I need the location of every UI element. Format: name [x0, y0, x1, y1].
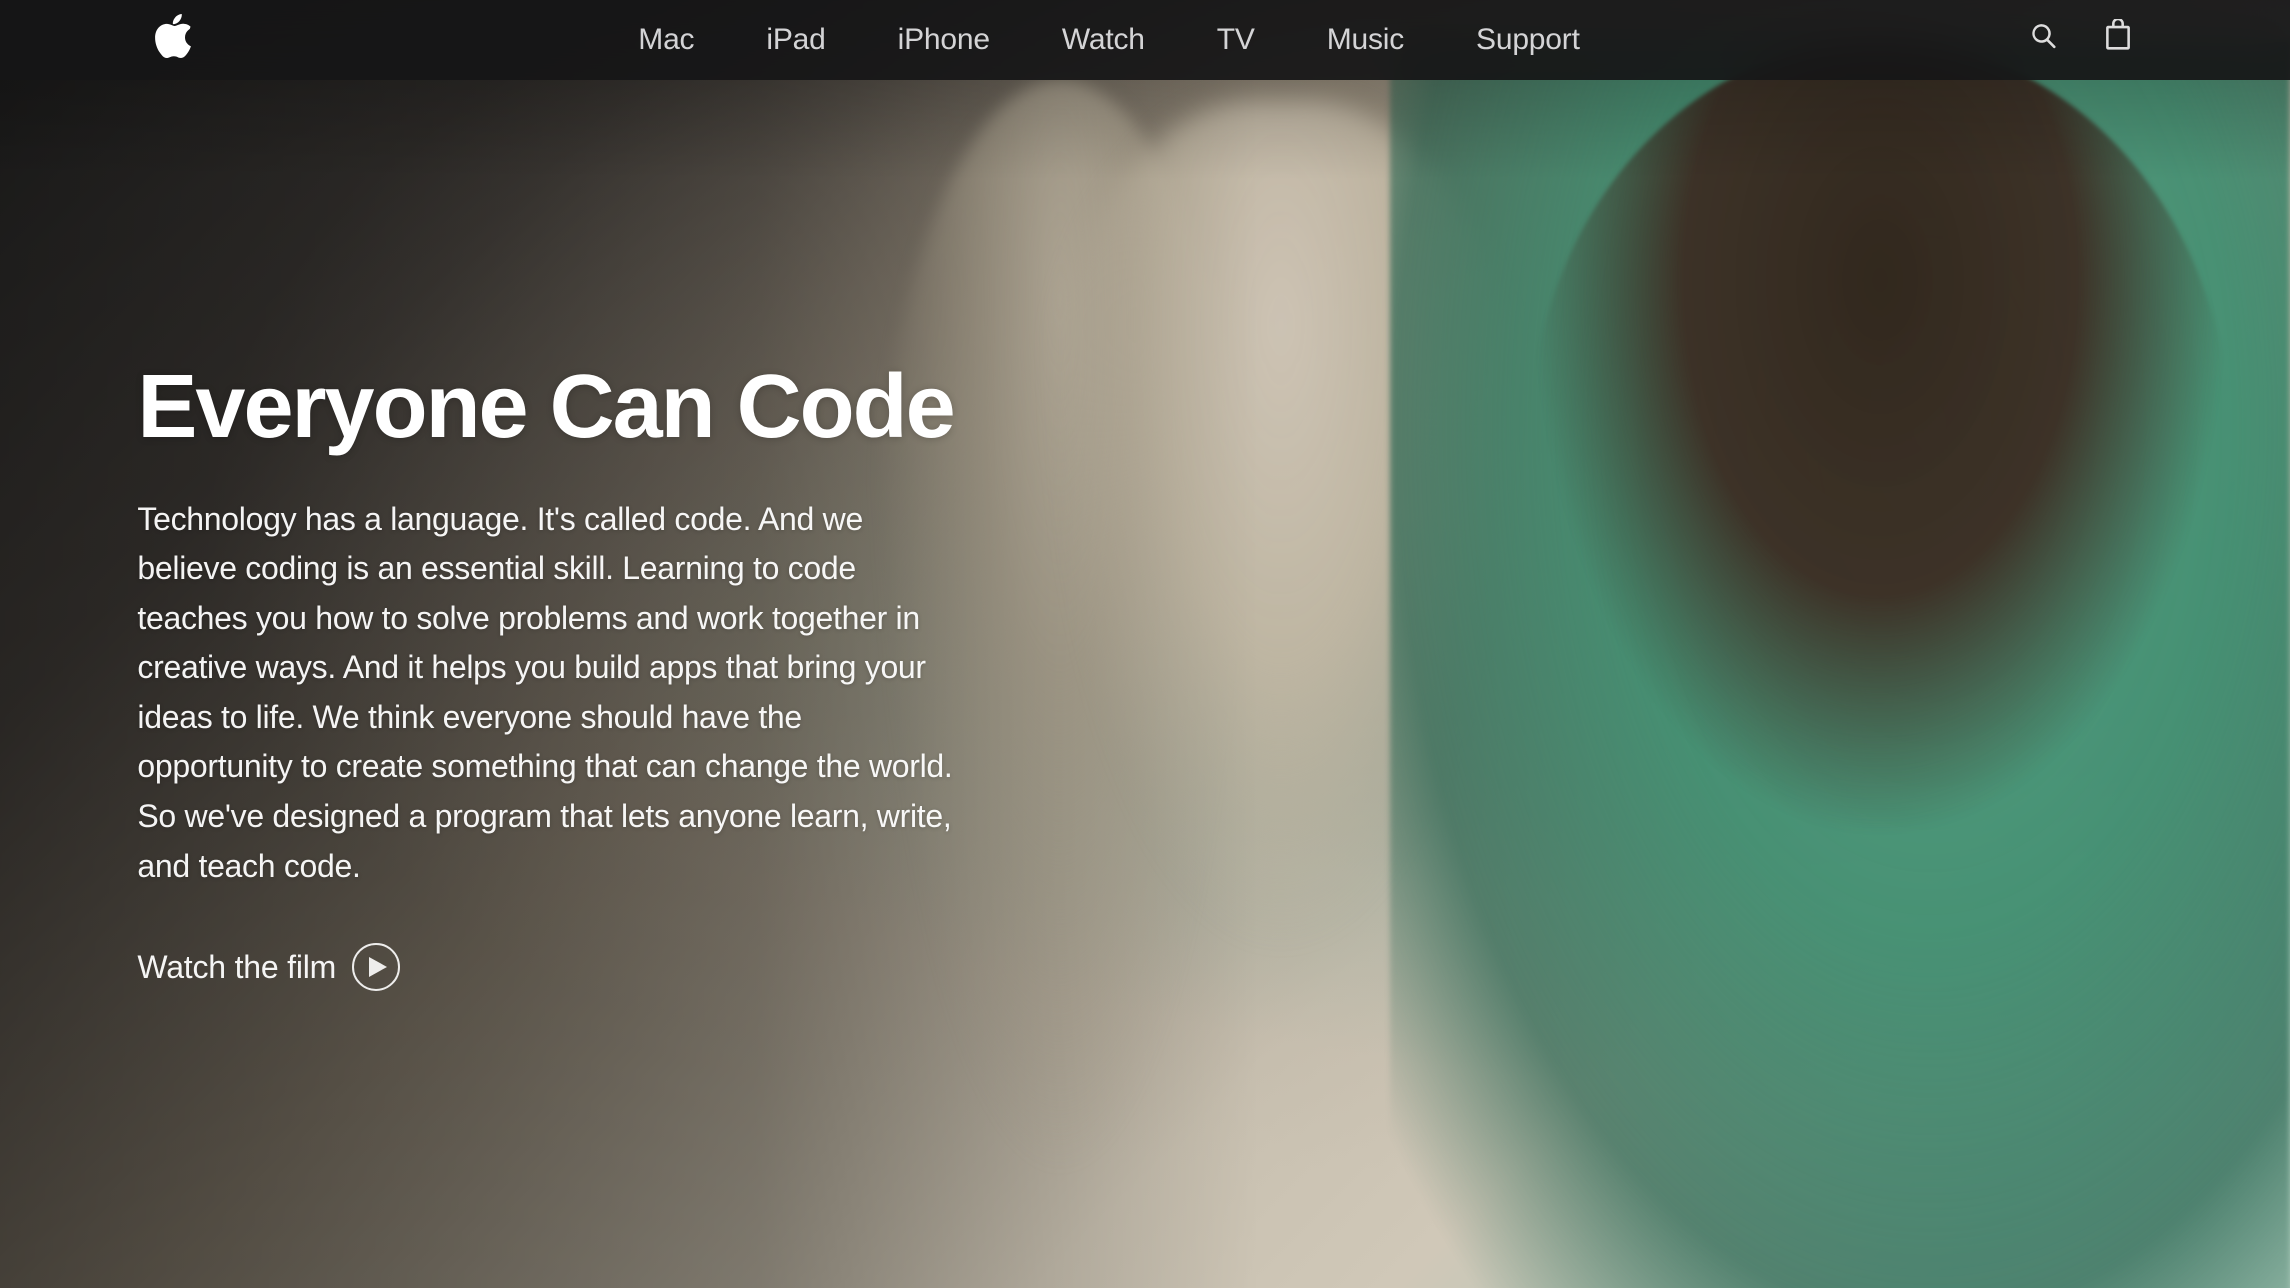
nav-item-iphone[interactable]: iPhone — [862, 23, 1026, 57]
shopping-bag-icon[interactable] — [2101, 19, 2135, 61]
apple-logo[interactable] — [155, 14, 191, 67]
nav-actions — [2027, 19, 2135, 61]
search-icon[interactable] — [2027, 19, 2061, 61]
nav-item-ipad[interactable]: iPad — [730, 23, 861, 57]
watch-film-label: Watch the film — [137, 949, 336, 986]
page-title: Everyone Can Code — [137, 360, 957, 455]
main-nav: Mac iPad iPhone Watch TV Music Support — [0, 0, 2290, 80]
nav-item-music[interactable]: Music — [1291, 23, 1440, 57]
nav-item-watch[interactable]: Watch — [1026, 23, 1181, 57]
play-triangle — [369, 957, 387, 977]
nav-item-support[interactable]: Support — [1440, 23, 1616, 57]
play-icon — [352, 943, 400, 991]
watch-film-link[interactable]: Watch the film — [137, 943, 400, 991]
hero-section: Everyone Can Code Technology has a langu… — [0, 0, 2290, 1288]
hero-body-text: Technology has a language. It's called c… — [137, 494, 957, 891]
nav-links: Mac iPad iPhone Watch TV Music Support — [191, 23, 2027, 57]
nav-item-tv[interactable]: TV — [1181, 23, 1291, 57]
hero-content: Everyone Can Code Technology has a langu… — [137, 360, 957, 991]
nav-item-mac[interactable]: Mac — [602, 23, 730, 57]
nav-inner: Mac iPad iPhone Watch TV Music Support — [95, 14, 2195, 67]
